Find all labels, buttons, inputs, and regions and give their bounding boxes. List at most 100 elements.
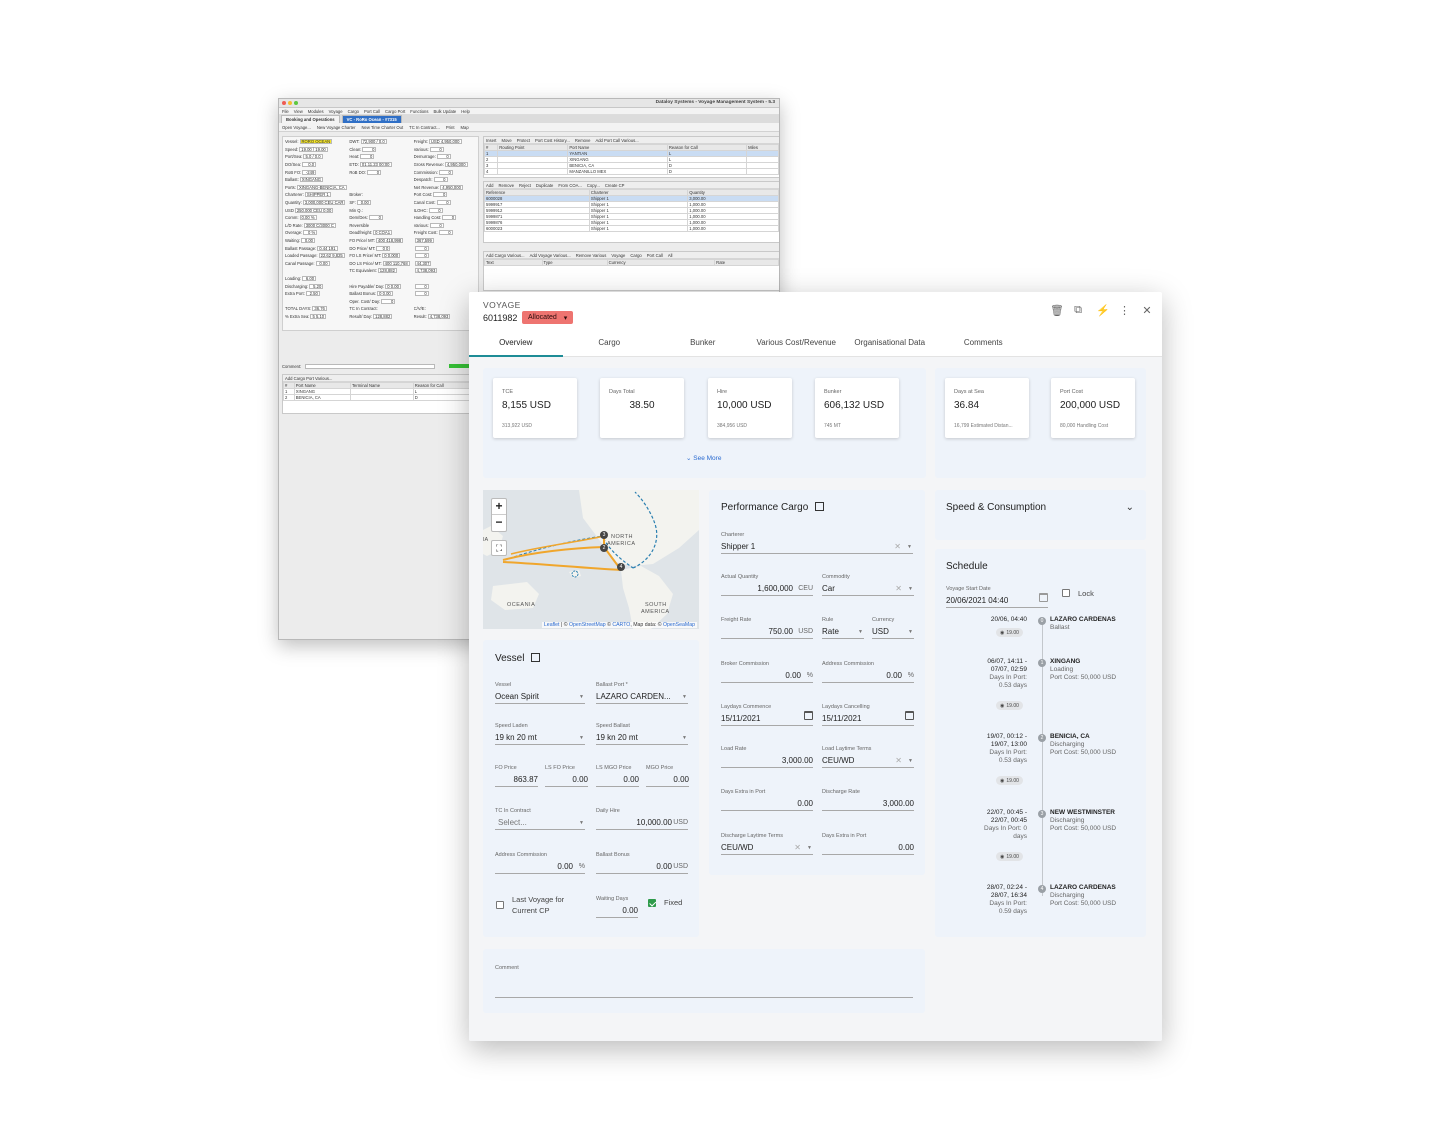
legacy-form-value[interactable]: 0.0 [302,162,317,168]
legacy-panel-button[interactable]: Port Cost History... [535,138,570,143]
legacy-form-value[interactable]: 4,950,000 [444,162,468,168]
legacy-form-value[interactable]: XINGANG-BENICIA, CA [296,184,347,190]
legacy-form-value[interactable]: 250.000 CEU 0.00 [294,207,334,213]
days-extra-in-port-input-2[interactable]: Days Extra in Port 0.00 [822,833,914,855]
legacy-form-value[interactable]: 0.00 [315,260,330,266]
legacy-panel-button[interactable]: All [668,253,673,258]
see-more-link[interactable]: ⌄ See More [686,454,721,462]
copy-icon[interactable]: ⧉ [1073,304,1083,317]
openseamap-link[interactable]: OpenSeaMap [663,622,695,628]
comment-input[interactable] [305,363,436,369]
speed-ballast-select[interactable]: Speed Ballast 19 kn 20 mt ▼ [596,723,688,745]
legacy-form-value[interactable]: 128,882 [377,268,397,274]
legacy-form-value[interactable]: 0 [414,283,429,289]
legacy-toolbar-button[interactable]: New Time Charter Out [362,125,404,130]
legacy-panel-button[interactable]: Add [486,183,493,188]
fo-price-input[interactable]: FO Price 863.87 [495,765,538,787]
discharge-rate-input[interactable]: Discharge Rate 3,000.00 [822,789,914,811]
legacy-toolbar-button[interactable]: TC In Contract... [409,125,440,130]
load-laytime-terms-select[interactable]: Load Laytime Terms CEU/WD ✕ ▼ [822,746,914,768]
legacy-menu-item[interactable]: Cargo Port [385,109,405,114]
legacy-form-value[interactable]: 0 [414,253,429,259]
legacy-panel-button[interactable]: Protect [517,138,530,143]
legacy-panel-button[interactable]: Add Cargo Port Various... [285,376,332,381]
status-dropdown[interactable]: Allocated ▾ [522,311,574,324]
legacy-tab[interactable]: Booking and Operations [281,115,340,123]
legacy-form-value[interactable]: 0.44 191 [317,245,338,251]
table-row[interactable]: 6000023 Shipper 1 1,000.00 [484,225,779,232]
ls-mgo-price-input[interactable]: LS MGO Price 0.00 [596,765,639,787]
legacy-form-value[interactable]: 128,882 [373,313,393,319]
legacy-menu-item[interactable]: Bulk Update [433,109,456,114]
legacy-panel-button[interactable]: Create CP [605,183,625,188]
legacy-form-value[interactable]: 2.50 [305,291,320,297]
discharge-laytime-terms-select[interactable]: Discharge Laytime Terms CEU/WD ✕ ▼ [721,833,813,855]
tab-comments[interactable]: Comments [937,333,1031,357]
broker-commission-input[interactable]: Broker Commission 0.00% [721,661,813,683]
mgo-price-input[interactable]: MGO Price 0.00 [646,765,689,787]
legacy-panel-button[interactable]: Port Call [647,253,663,258]
legacy-menu-item[interactable]: Help [461,109,470,114]
legacy-panel-button[interactable]: From COA... [558,183,582,188]
legacy-panel-button[interactable]: Remove Various [576,253,607,258]
legacy-form-value[interactable]: 0 % [303,230,318,236]
legacy-menu-item[interactable]: Voyage [329,109,343,114]
address-commission-input[interactable]: Address Commission 0.00% [495,852,585,874]
map-marker-3[interactable]: 3 [600,531,608,539]
last-voyage-checkbox[interactable] [496,901,504,909]
legacy-panel-button[interactable]: Add Cargo Various... [486,253,525,258]
legacy-form-value[interactable]: 3,000,000 CEU CAR [302,200,346,206]
legacy-form-value[interactable]: 4,738,093 [427,313,451,319]
legacy-form-value[interactable]: 6.00 [302,275,317,281]
route-map[interactable]: NORTH AMERICA SOUTH AMERICA OCEANIA IA 3… [483,490,699,629]
map-marker-2[interactable]: 2 [600,544,608,552]
legacy-form-value[interactable]: 0 [414,245,429,251]
legacy-form-value[interactable]: USD 4,950,000 [428,139,462,145]
legacy-form-value[interactable]: 0 [414,291,429,297]
legacy-form-value[interactable]: 3000 C/3000 C [303,222,336,228]
tab-bunker[interactable]: Bunker [656,333,750,357]
legacy-menu-item[interactable]: View [294,109,303,114]
comment-input[interactable]: Comment [495,965,913,998]
legacy-menu-item[interactable]: File [282,109,289,114]
carto-link[interactable]: CARTO [612,622,630,628]
ballast-bonus-input[interactable]: Ballast Bonus 0.00 USD [596,852,688,874]
legacy-form-value[interactable]: 0 [429,222,444,228]
legacy-panel-button[interactable]: Cargo [630,253,641,258]
tab-organisational-data[interactable]: Organisational Data [843,333,937,357]
legacy-form-value[interactable]: XINGANG [299,177,324,183]
legacy-form-value[interactable]: 400 418,998 [375,238,404,244]
legacy-tab[interactable]: VC - RoRo Ocean - #7315 [341,115,402,123]
legacy-form-value[interactable]: SHIPPER 1 [304,192,331,198]
rule-select[interactable]: Rule Rate ▼ [822,617,864,639]
laydays-cancelling-input[interactable]: Laydays Cancelling 15/11/2021 [822,704,914,726]
table-row[interactable]: 4 MANZANILLO MEX D [483,168,779,175]
vessel-select[interactable]: Vessel Ocean Spirit ▼ [495,682,585,704]
lightning-icon[interactable]: ⚡ [1096,304,1110,317]
maximize-dot-icon[interactable] [294,101,298,105]
address-commission-input[interactable]: Address Commission 0.00% [822,661,914,683]
legacy-form-value[interactable]: 22.62 9,825 [318,253,345,259]
legacy-toolbar-button[interactable]: Open Voyage... [282,125,311,130]
legacy-form-value[interactable]: 0.00 [300,238,315,244]
more-vert-icon[interactable]: ⋮ [1119,304,1130,317]
tab-cargo[interactable]: Cargo [563,333,657,357]
legacy-form-value[interactable]: 36.76 [312,306,327,312]
legacy-form-value[interactable]: 0 [362,146,377,152]
ls-fo-price-input[interactable]: LS FO Price 0.00 [545,765,588,787]
lock-checkbox[interactable] [1062,589,1070,597]
legacy-form-value[interactable]: -249 [302,169,317,175]
legacy-form-value[interactable]: 0 [438,230,453,236]
legacy-form-value[interactable]: 0 [367,169,382,175]
legacy-panel-button[interactable]: Copy... [587,183,600,188]
minimize-dot-icon[interactable] [288,101,292,105]
legacy-form-value[interactable]: 0 0.00 [385,283,401,289]
delete-icon[interactable]: 🗑 [1050,304,1064,317]
speed-consumption-card[interactable]: Speed & Consumption ⌄ [935,490,1146,540]
map-marker-4[interactable]: 4 [617,563,625,571]
legacy-form-value[interactable]: 367,599 [414,238,434,244]
legacy-panel-button[interactable]: Voyage [611,253,625,258]
legacy-toolbar-button[interactable]: Map [461,125,469,130]
legacy-form-value[interactable]: 44,307 [414,260,432,266]
days-extra-in-port-input[interactable]: Days Extra in Port 0.00 [721,789,813,811]
